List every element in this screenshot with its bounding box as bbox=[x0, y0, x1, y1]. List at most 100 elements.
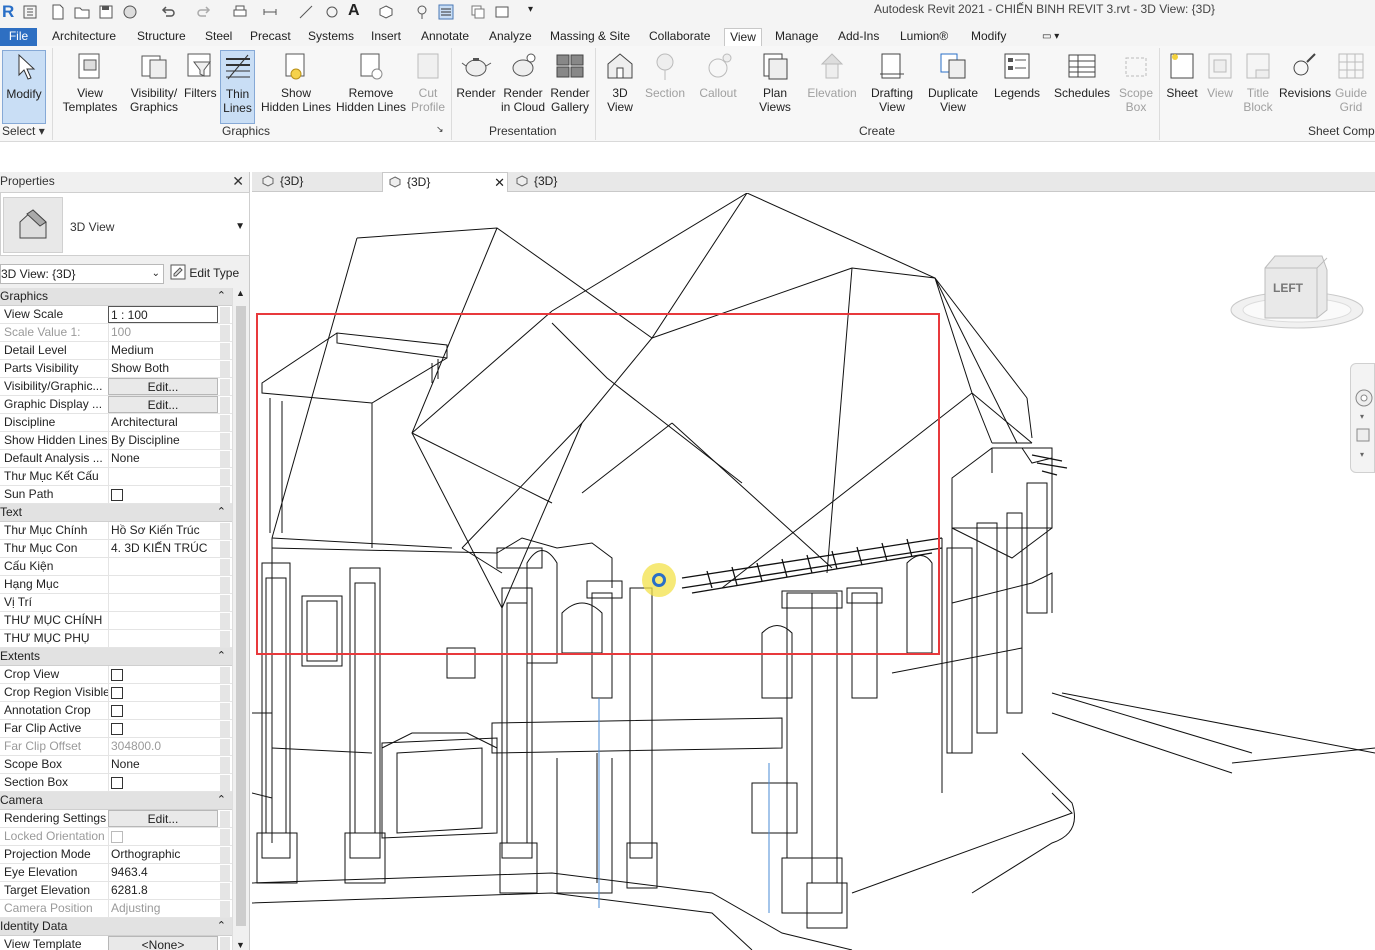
property-row[interactable]: Detail Level Medium bbox=[0, 342, 232, 360]
tab-lumion[interactable]: Lumion® bbox=[898, 28, 950, 46]
tab-precast[interactable]: Precast bbox=[248, 28, 293, 46]
tab-systems[interactable]: Systems bbox=[306, 28, 356, 46]
scroll-down-icon[interactable]: ▼ bbox=[236, 940, 245, 950]
filters-button[interactable]: Filters bbox=[184, 50, 217, 100]
tab-file[interactable]: File bbox=[0, 28, 37, 46]
property-input[interactable]: 1 : 100 bbox=[108, 306, 218, 323]
property-value[interactable] bbox=[108, 576, 218, 593]
show-hidden-lines-button[interactable]: Show Hidden Lines bbox=[260, 50, 332, 114]
open-icon[interactable] bbox=[74, 4, 90, 20]
property-row[interactable]: Parts Visibility Show Both bbox=[0, 360, 232, 378]
property-row[interactable]: Graphic Display ... Edit... bbox=[0, 396, 232, 414]
drawing-area[interactable]: LEFT ▾ ▾ bbox=[252, 193, 1375, 950]
property-value[interactable]: By Discipline bbox=[108, 432, 218, 449]
property-row[interactable]: Rendering Settings Edit... bbox=[0, 810, 232, 828]
guide-grid-button[interactable]: Guide Grid bbox=[1332, 50, 1370, 114]
property-value[interactable]: None bbox=[108, 756, 218, 773]
elevation-button[interactable]: Elevation bbox=[804, 50, 860, 100]
property-checkbox[interactable] bbox=[111, 687, 123, 699]
title-block-button[interactable]: Title Block bbox=[1238, 50, 1278, 114]
close-icon[interactable]: ✕ bbox=[232, 173, 244, 190]
collapse-icon[interactable]: ⌃ bbox=[217, 792, 226, 809]
tab-steel[interactable]: Steel bbox=[203, 28, 234, 46]
property-value[interactable] bbox=[108, 558, 218, 575]
thin-lines-button[interactable]: Thin Lines bbox=[220, 50, 255, 124]
recent-files-icon[interactable] bbox=[22, 4, 38, 20]
view-place-button[interactable]: View bbox=[1202, 50, 1238, 100]
tag-icon[interactable] bbox=[324, 4, 340, 20]
view-tab[interactable]: {3D} bbox=[256, 172, 380, 192]
section-icon[interactable] bbox=[414, 4, 430, 20]
collapse-icon[interactable]: ⌃ bbox=[217, 288, 226, 305]
section-header-identity-data[interactable]: Identity Data ⌃ bbox=[0, 918, 232, 936]
graphics-dialog-launcher[interactable]: ↘ bbox=[436, 124, 444, 135]
property-row[interactable]: Section Box bbox=[0, 774, 232, 792]
collapse-icon[interactable]: ⌃ bbox=[217, 648, 226, 665]
property-value[interactable]: None bbox=[108, 450, 218, 467]
tab-massing-site[interactable]: Massing & Site bbox=[548, 28, 632, 46]
render-button[interactable]: Render bbox=[454, 50, 498, 100]
redo-icon[interactable] bbox=[196, 4, 212, 20]
property-value[interactable] bbox=[108, 612, 218, 629]
property-row[interactable]: Scale Value 1: 100 bbox=[0, 324, 232, 342]
chevron-down-icon[interactable]: ▾ bbox=[1360, 450, 1364, 459]
property-checkbox[interactable] bbox=[111, 723, 123, 735]
revisions-button[interactable]: Revisions bbox=[1278, 50, 1332, 100]
chevron-down-icon[interactable]: ▼ bbox=[235, 221, 245, 232]
measure-icon[interactable] bbox=[262, 4, 278, 20]
select-dropdown[interactable]: Select ▾ bbox=[2, 124, 45, 138]
render-gallery-button[interactable]: Render Gallery bbox=[548, 50, 592, 114]
collapse-icon[interactable]: ⌃ bbox=[217, 504, 226, 521]
schedules-button[interactable]: Schedules bbox=[1052, 50, 1112, 100]
property-row[interactable]: Hạng Mục bbox=[0, 576, 232, 594]
new-icon[interactable] bbox=[50, 4, 66, 20]
tab-add-ins[interactable]: Add-Ins bbox=[836, 28, 881, 46]
tab-structure[interactable]: Structure bbox=[135, 28, 188, 46]
property-row[interactable]: Thư Mục Kết Cấu bbox=[0, 468, 232, 486]
property-row[interactable]: Vị Trí bbox=[0, 594, 232, 612]
steering-wheel-icon[interactable] bbox=[1354, 388, 1374, 408]
edit-type-button[interactable]: Edit Type bbox=[170, 264, 239, 284]
section-button[interactable]: Section bbox=[642, 50, 688, 100]
aligned-dimension-icon[interactable] bbox=[298, 4, 314, 20]
property-row[interactable]: Target Elevation 6281.8 bbox=[0, 882, 232, 900]
property-row[interactable]: Far Clip Active bbox=[0, 720, 232, 738]
view-tab[interactable]: {3D} bbox=[510, 172, 634, 192]
3d-view-button[interactable]: 3D View bbox=[600, 50, 640, 114]
viewcube[interactable]: LEFT bbox=[1227, 248, 1367, 338]
property-row[interactable]: Eye Elevation 9463.4 bbox=[0, 864, 232, 882]
property-value[interactable]: 9463.4 bbox=[108, 864, 218, 881]
cut-profile-button[interactable]: Cut Profile bbox=[408, 50, 448, 114]
section-header-text[interactable]: Text ⌃ bbox=[0, 504, 232, 522]
property-row[interactable]: Show Hidden Lines By Discipline bbox=[0, 432, 232, 450]
property-value[interactable] bbox=[108, 630, 218, 647]
property-checkbox[interactable] bbox=[111, 705, 123, 717]
property-row[interactable]: THƯ MỤC PHỤ bbox=[0, 630, 232, 648]
default-3d-view-icon[interactable] bbox=[378, 4, 394, 20]
property-checkbox[interactable] bbox=[111, 489, 123, 501]
zoom-icon[interactable] bbox=[1354, 426, 1374, 446]
switch-windows-icon[interactable] bbox=[494, 4, 510, 20]
tab-analyze[interactable]: Analyze bbox=[487, 28, 534, 46]
tab-collaborate[interactable]: Collaborate bbox=[647, 28, 712, 46]
property-row[interactable]: Cấu Kiện bbox=[0, 558, 232, 576]
property-row[interactable]: Camera Position Adjusting bbox=[0, 900, 232, 918]
remove-hidden-lines-button[interactable]: Remove Hidden Lines bbox=[334, 50, 408, 114]
qat-customize-icon[interactable]: ▾ bbox=[528, 4, 533, 15]
property-row[interactable]: Annotation Crop bbox=[0, 702, 232, 720]
type-selector[interactable]: 3D View ▼ bbox=[0, 192, 250, 256]
view-instance-selector[interactable]: 3D View: {3D} ⌄ bbox=[0, 264, 164, 284]
property-edit-button[interactable]: Edit... bbox=[108, 810, 218, 827]
tab-modify[interactable]: Modify bbox=[969, 28, 1008, 46]
legends-button[interactable]: Legends bbox=[992, 50, 1042, 100]
property-row[interactable]: Crop Region Visible bbox=[0, 684, 232, 702]
property-row[interactable]: Sun Path bbox=[0, 486, 232, 504]
property-row[interactable]: Scope Box None bbox=[0, 756, 232, 774]
property-edit-button[interactable]: Edit... bbox=[108, 378, 218, 395]
property-row[interactable]: Visibility/Graphic... Edit... bbox=[0, 378, 232, 396]
plan-views-button[interactable]: Plan Views bbox=[752, 50, 798, 114]
property-value[interactable]: Orthographic bbox=[108, 846, 218, 863]
modify-button[interactable]: Modify bbox=[2, 50, 46, 124]
scope-box-button[interactable]: Scope Box bbox=[1116, 50, 1156, 114]
tab-view[interactable]: View bbox=[724, 28, 762, 46]
